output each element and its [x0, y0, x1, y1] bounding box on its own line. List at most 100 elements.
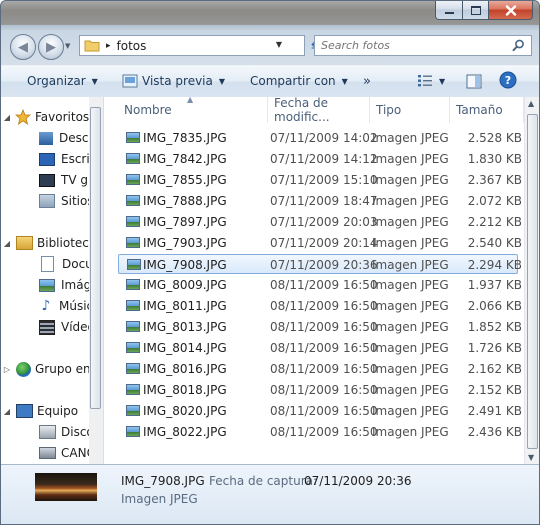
file-name: IMG_8018.JPG — [143, 383, 227, 397]
column-header-size[interactable]: Tamaño — [450, 97, 524, 123]
table-row[interactable]: IMG_8013.JPG 08/11/2009 16:50 Imagen JPEG 1… — [118, 317, 522, 337]
scroll-up-icon[interactable]: ▲ — [528, 99, 534, 108]
back-button[interactable]: ◀ — [10, 34, 36, 60]
address-bar[interactable]: ▸ fotos ▼ ⇆ — [79, 35, 321, 56]
forward-arrow-icon: ▶ — [46, 39, 56, 55]
table-row[interactable]: IMG_8020.JPG 08/11/2009 16:50 Imagen JPEG 2… — [118, 401, 522, 421]
file-type: Imagen JPEG — [372, 194, 449, 208]
preview-pane-button[interactable] — [466, 73, 482, 89]
chevron-down-icon: ▼ — [341, 76, 348, 86]
table-row[interactable]: IMG_8016.JPG 08/11/2009 16:50 Imagen JPEG 2… — [118, 359, 522, 379]
table-row[interactable]: IMG_7888.JPG 07/11/2009 18:47 Imagen JPEG 2… — [118, 191, 522, 211]
address-dropdown-icon[interactable]: ▼ — [276, 40, 282, 49]
table-row[interactable]: IMG_8014.JPG 08/11/2009 16:50 Imagen JPEG 1… — [118, 338, 522, 358]
column-header-name[interactable]: Nombre — [118, 97, 268, 123]
file-name: IMG_7855.JPG — [143, 173, 227, 187]
file-date: 08/11/2009 16:50 — [270, 404, 378, 418]
column-header-type[interactable]: Tipo — [370, 97, 450, 123]
jpeg-file-icon — [126, 153, 140, 164]
search-box[interactable] — [314, 35, 532, 56]
scrollbar-thumb[interactable] — [90, 107, 101, 409]
file-name: IMG_7842.JPG — [143, 152, 227, 166]
scroll-down-icon[interactable]: ▼ — [528, 453, 534, 462]
file-name: IMG_8016.JPG — [143, 362, 227, 376]
organize-button[interactable]: Organizar ▼ — [27, 73, 98, 89]
details-capture-label: Fecha de captura: — [209, 474, 318, 488]
search-input[interactable] — [315, 38, 513, 53]
recent-places-icon — [39, 194, 55, 208]
file-size: 2.367 KB — [467, 173, 522, 187]
file-size: 2.436 KB — [467, 425, 522, 439]
file-name: IMG_8009.JPG — [143, 278, 227, 292]
maximize-icon — [470, 5, 481, 15]
jpeg-file-icon — [126, 342, 140, 353]
close-button[interactable] — [489, 1, 533, 20]
file-size: 1.830 KB — [467, 152, 522, 166]
computer-icon — [16, 404, 33, 418]
jpeg-file-icon — [126, 300, 140, 311]
jpeg-file-icon — [126, 426, 140, 437]
file-name: IMG_7835.JPG — [143, 131, 227, 145]
forward-button[interactable]: ▶ — [38, 34, 64, 60]
file-size: 2.212 KB — [467, 215, 522, 229]
file-type: Imagen JPEG — [372, 236, 449, 250]
navigation-scrollbar[interactable] — [89, 97, 103, 464]
file-name: IMG_8011.JPG — [143, 299, 227, 313]
file-date: 08/11/2009 16:50 — [270, 341, 378, 355]
recent-pages-dropdown[interactable]: ▼ — [65, 42, 70, 50]
downloads-icon — [39, 131, 53, 145]
share-button[interactable]: Compartir con ▼ — [250, 73, 348, 89]
table-row[interactable]: IMG_7903.JPG 07/11/2009 20:14 Imagen JPEG 2… — [118, 233, 522, 253]
file-date: 08/11/2009 16:50 — [270, 383, 378, 397]
file-size: 2.540 KB — [467, 236, 522, 250]
music-icon: ♪ — [41, 298, 51, 314]
file-size: 1.726 KB — [467, 341, 522, 355]
close-icon — [505, 4, 516, 16]
change-view-button[interactable]: ▼ — [417, 73, 445, 89]
minimize-button[interactable] — [435, 1, 463, 20]
search-icon[interactable] — [512, 39, 525, 52]
table-row[interactable]: IMG_7897.JPG 07/11/2009 20:03 Imagen JPEG 2… — [118, 212, 522, 232]
file-type: Imagen JPEG — [372, 131, 449, 145]
file-type: Imagen JPEG — [372, 152, 449, 166]
file-date: 07/11/2009 20:03 — [270, 215, 378, 229]
table-row[interactable]: IMG_7835.JPG 07/11/2009 14:02 Imagen JPEG 2… — [118, 128, 522, 148]
table-row[interactable]: IMG_7842.JPG 07/11/2009 14:12 Imagen JPEG 1… — [118, 149, 522, 169]
table-row[interactable]: IMG_8009.JPG 08/11/2009 16:50 Imagen JPEG 1… — [118, 275, 522, 295]
preview-button[interactable]: Vista previa ▼ — [122, 73, 225, 89]
sidebar-item-bibliotecas[interactable]: ◢ Bibliotecas — [1, 233, 102, 253]
folder-icon — [84, 40, 100, 52]
table-row[interactable]: IMG_8022.JPG 08/11/2009 16:50 Imagen JPEG 2… — [118, 422, 522, 442]
jpeg-file-icon — [126, 174, 140, 185]
column-header-date[interactable]: Fecha de modific... — [268, 97, 370, 124]
jpeg-file-icon — [126, 363, 140, 374]
table-row-selected[interactable]: IMG_7908.JPG 07/11/2009 20:36 Imagen JPEG 2… — [118, 254, 522, 274]
sidebar-item-equipo[interactable]: ◢ Equipo — [1, 401, 78, 421]
breadcrumb-fotos[interactable]: fotos — [117, 39, 147, 53]
removable-drive-icon — [39, 447, 56, 459]
help-button[interactable]: ? — [499, 71, 517, 89]
details-filetype: Imagen JPEG — [121, 492, 198, 506]
navigation-row: ◀ ▶ ▼ ▸ fotos ▼ ⇆ — [1, 31, 539, 65]
table-row[interactable]: IMG_7855.JPG 07/11/2009 15:10 Imagen JPEG 2… — [118, 170, 522, 190]
more-commands-button[interactable]: » — [363, 73, 371, 89]
chevron-down-icon: ▼ — [439, 76, 446, 86]
scrollbar-thumb[interactable] — [527, 114, 538, 449]
details-pane: IMG_7908.JPG Fecha de captura: 07/11/200… — [1, 464, 539, 524]
preview-label: Vista previa — [142, 74, 213, 88]
sidebar-item-favoritos[interactable]: ◢ Favoritos — [1, 107, 89, 127]
table-row[interactable]: IMG_8018.JPG 08/11/2009 16:50 Imagen JPEG 2… — [118, 380, 522, 400]
table-row[interactable]: IMG_8011.JPG 08/11/2009 16:50 Imagen JPEG 2… — [118, 296, 522, 316]
details-capture-value[interactable]: 07/11/2009 20:36 — [304, 474, 412, 488]
file-size: 1.937 KB — [467, 278, 522, 292]
file-list-scrollbar[interactable]: ▲ ▼ — [524, 97, 539, 464]
file-name: IMG_8014.JPG — [143, 341, 227, 355]
file-size: 1.852 KB — [467, 320, 522, 334]
path-separator-icon[interactable]: ▸ — [106, 41, 111, 51]
maximize-button[interactable] — [463, 1, 489, 20]
file-date: 08/11/2009 16:50 — [270, 299, 378, 313]
file-size: 2.294 KB — [467, 258, 522, 272]
file-date: 08/11/2009 16:50 — [270, 278, 378, 292]
file-type: Imagen JPEG — [372, 362, 449, 376]
document-icon — [41, 256, 54, 272]
